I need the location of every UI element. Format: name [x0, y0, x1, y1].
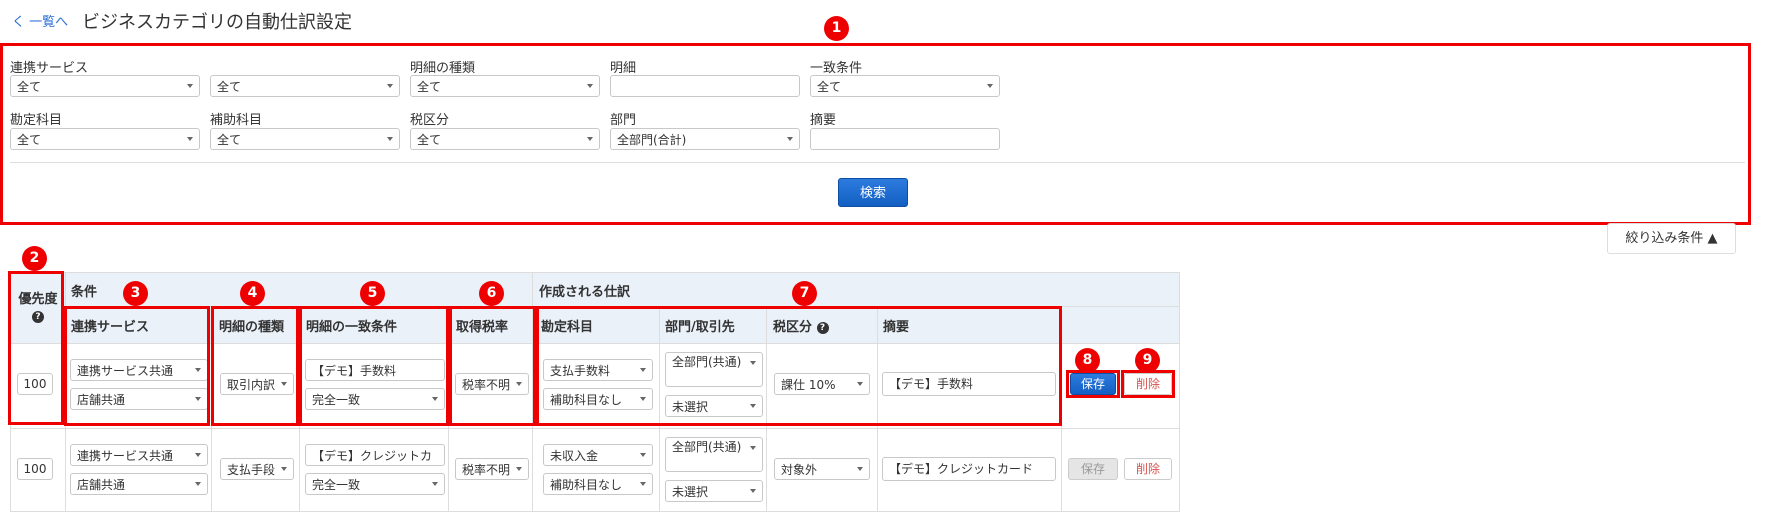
filter-tax-value: 全て	[417, 133, 442, 147]
chevron-down-icon	[857, 467, 863, 471]
filter-dept-value: 全部門(合計)	[617, 133, 687, 147]
chevron-down-icon	[195, 453, 201, 457]
delete-button-highlight	[1121, 370, 1175, 398]
callout-5: 5	[360, 281, 385, 306]
chevron-down-icon	[587, 84, 593, 88]
filter-detail-type-label: 明細の種類	[410, 61, 476, 76]
callout-9: 9	[1135, 348, 1160, 373]
account-value: 未収入金	[550, 449, 599, 463]
chevron-down-icon	[516, 467, 522, 471]
callout-7: 7	[792, 281, 817, 306]
created-entry-highlight	[536, 306, 1062, 426]
filter-account-select[interactable]: 全て	[10, 128, 200, 150]
filter-dept-label: 部門	[610, 113, 637, 128]
tax-rate-column-highlight	[449, 306, 536, 426]
divider	[10, 162, 1745, 163]
filter-match-label: 一致条件	[810, 61, 863, 76]
callout-8: 8	[1075, 348, 1100, 373]
chevron-down-icon	[432, 482, 438, 486]
filter-toggle-button[interactable]: 絞り込み条件 ▲	[1607, 223, 1736, 254]
subaccount-select[interactable]: 補助科目なし	[543, 473, 653, 495]
service-select[interactable]: 連携サービス共通	[70, 444, 208, 466]
priority-input[interactable]: 100	[17, 458, 53, 480]
partner-value: 未選択	[672, 485, 709, 499]
callout-1: 1	[824, 16, 849, 41]
chevron-down-icon	[640, 482, 646, 486]
filter-memo-label: 摘要	[810, 113, 837, 128]
save-button[interactable]: 保存	[1068, 458, 1118, 480]
filter-service2-select[interactable]: 全て	[210, 75, 400, 97]
match-column-highlight	[299, 306, 449, 426]
search-button[interactable]: 検索	[838, 178, 908, 207]
filter-subaccount-label: 補助科目	[210, 113, 263, 128]
filter-subaccount-value: 全て	[217, 133, 242, 147]
chevron-down-icon	[187, 84, 193, 88]
detail-type-column-highlight	[211, 306, 299, 426]
filter-account-label: 勘定科目	[10, 113, 63, 128]
chevron-down-icon	[281, 467, 287, 471]
chevron-down-icon	[587, 137, 593, 141]
tax-select[interactable]: 対象外	[774, 458, 870, 480]
tax-rate-select[interactable]: 税率不明	[455, 458, 529, 480]
filter-service-value: 全て	[17, 80, 42, 94]
dept-select[interactable]: 全部門(共通)	[665, 437, 763, 472]
delete-button[interactable]: 削除	[1124, 458, 1172, 480]
filter-service-label: 連携サービス	[10, 61, 89, 76]
detail-type-value: 支払手段	[227, 463, 276, 477]
filter-match-value: 全て	[817, 80, 842, 94]
filter-subaccount-select[interactable]: 全て	[210, 128, 400, 150]
dept-value: 全部門(共通)	[672, 440, 742, 454]
store-select[interactable]: 店舗共通	[70, 473, 208, 495]
filter-detail-type-select[interactable]: 全て	[410, 75, 600, 97]
callout-6: 6	[479, 281, 504, 306]
page-title: ビジネスカテゴリの自動仕訳設定	[82, 12, 352, 33]
filter-match-select[interactable]: 全て	[810, 75, 1000, 97]
filter-detail-label: 明細	[610, 61, 637, 76]
tax-rate-value: 税率不明	[462, 463, 511, 477]
chevron-down-icon	[387, 84, 393, 88]
match-mode-value: 完全一致	[312, 478, 361, 492]
store-value: 店舗共通	[77, 478, 126, 492]
callout-3: 3	[123, 281, 148, 306]
tax-value: 対象外	[781, 463, 818, 477]
filter-tax-label: 税区分	[410, 113, 450, 128]
chevron-down-icon	[787, 137, 793, 141]
service-column-highlight	[64, 306, 210, 426]
match-mode-select[interactable]: 完全一致	[305, 473, 445, 495]
header-created-entry: 作成される仕訳	[539, 285, 631, 300]
chevron-down-icon	[750, 489, 756, 493]
detail-type-select[interactable]: 支払手段	[220, 458, 294, 480]
header-conditions: 条件	[71, 285, 98, 300]
filter-service2-value: 全て	[217, 80, 242, 94]
filter-detail-type-value: 全て	[417, 80, 442, 94]
account-select[interactable]: 未収入金	[543, 444, 653, 466]
subaccount-value: 補助科目なし	[550, 478, 623, 492]
chevron-down-icon	[387, 137, 393, 141]
save-button-highlight	[1066, 370, 1120, 398]
callout-2: 2	[22, 246, 47, 271]
chevron-down-icon	[750, 446, 756, 450]
match-text-input[interactable]: 【デモ】クレジットカ	[305, 444, 445, 466]
filter-memo-input[interactable]	[810, 128, 1000, 150]
filter-service-select[interactable]: 全て	[10, 75, 200, 97]
filter-detail-input[interactable]	[610, 75, 800, 97]
memo-input[interactable]: 【デモ】クレジットカード	[882, 457, 1056, 481]
chevron-down-icon	[987, 84, 993, 88]
partner-select[interactable]: 未選択	[665, 480, 763, 502]
filter-account-value: 全て	[17, 133, 42, 147]
chevron-down-icon	[195, 482, 201, 486]
callout-4: 4	[240, 281, 265, 306]
priority-column-highlight	[8, 271, 64, 425]
chevron-down-icon	[640, 453, 646, 457]
filter-tax-select[interactable]: 全て	[410, 128, 600, 150]
filter-dept-select[interactable]: 全部門(合計)	[610, 128, 800, 150]
back-link[interactable]: く 一覧へ	[12, 11, 68, 30]
service-value: 連携サービス共通	[77, 449, 174, 463]
chevron-down-icon	[187, 137, 193, 141]
